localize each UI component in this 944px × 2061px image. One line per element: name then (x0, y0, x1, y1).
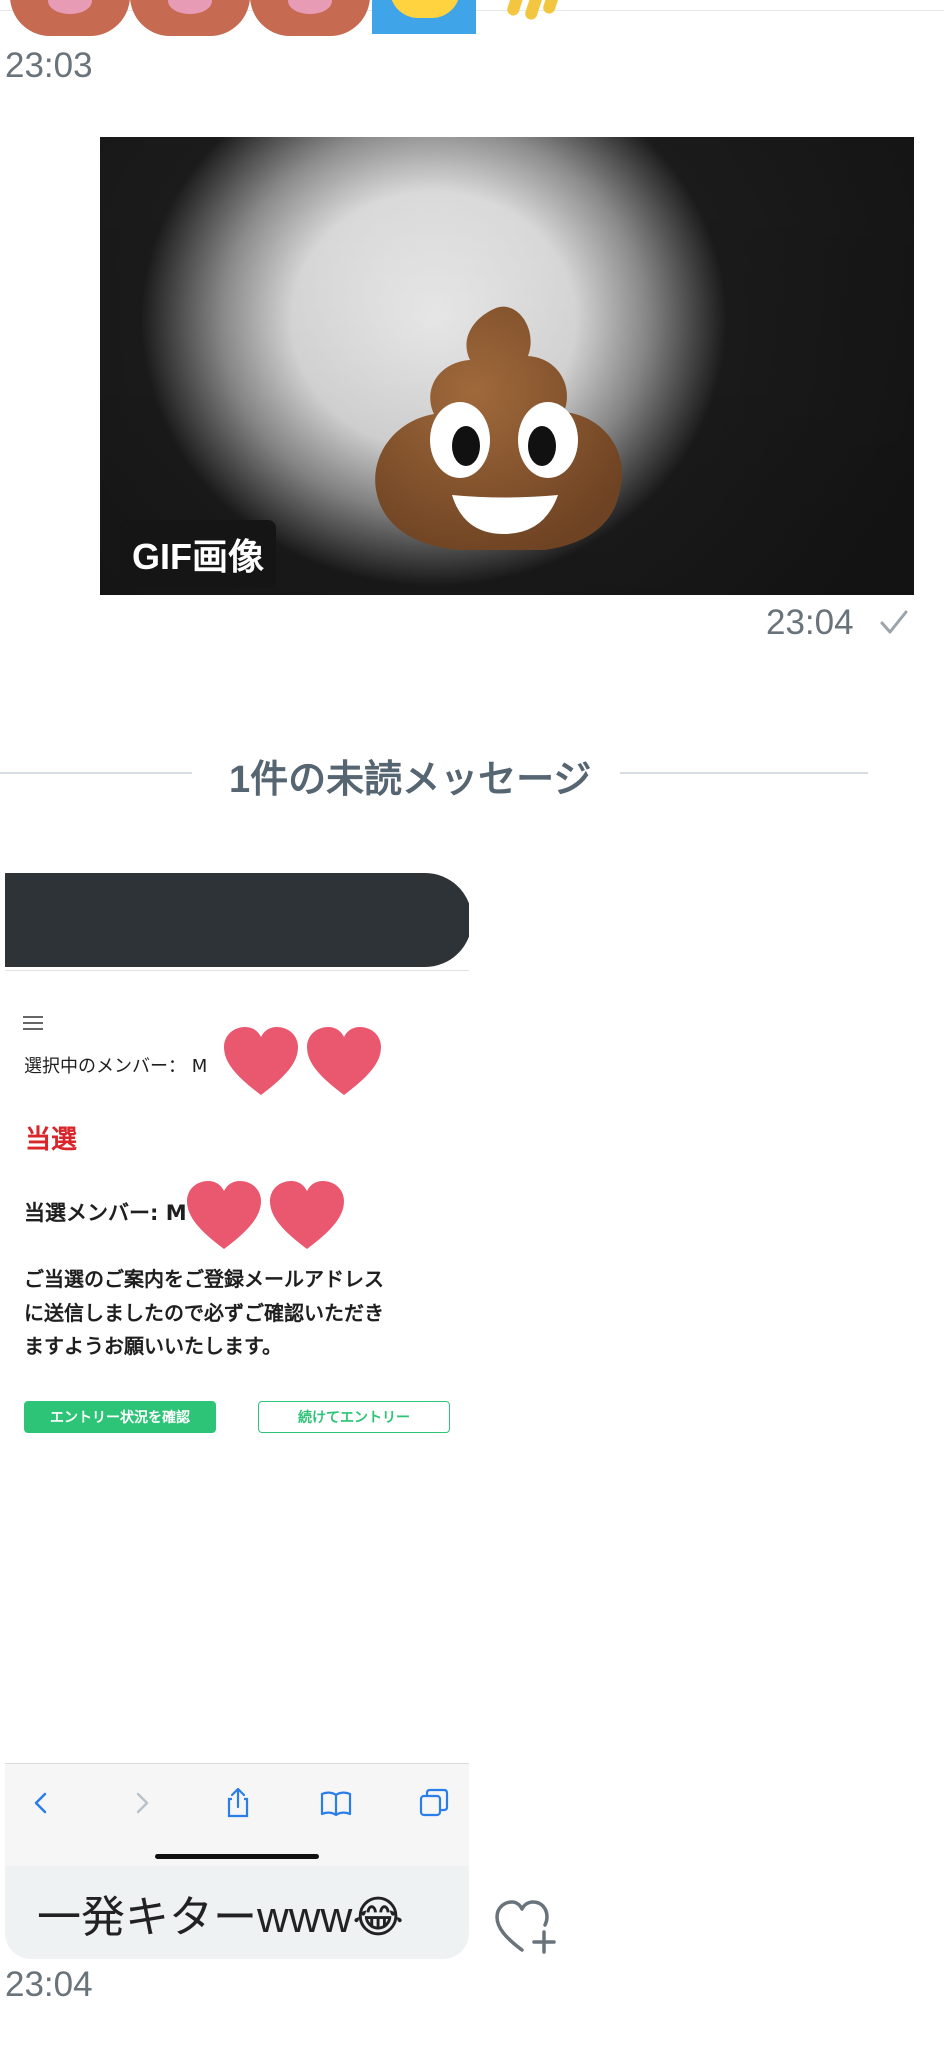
member-label: 選択中のメンバー： M (24, 1056, 208, 1077)
tabs-icon (419, 1788, 449, 1817)
message-bubble[interactable]: 一発キターwww😂 (5, 1866, 469, 1959)
notice-line: ますようお願いいたします。 (24, 1334, 282, 1358)
header-divider (5, 970, 469, 971)
gif-message[interactable]: GIF画像 (100, 137, 914, 595)
message-time: 23:04 (5, 1965, 93, 2004)
share-icon (227, 1787, 249, 1818)
received-screenshot[interactable]: 選択中のメンバー： M 当選 当選メンバー: M ご当選のご案内をご登録メールア… (5, 853, 469, 1957)
emoji-fragment (372, 0, 476, 34)
redacted-header (5, 873, 469, 967)
gif-badge: GIF画像 (120, 520, 276, 588)
heart-icon (224, 1027, 298, 1095)
sparkle-icon (504, 0, 564, 26)
heart-icon (187, 1181, 261, 1249)
hamburger-menu-icon (23, 1016, 43, 1030)
home-indicator (155, 1854, 319, 1859)
heart-plus-icon[interactable] (494, 1898, 558, 1956)
unread-divider-label: 1件の未読メッセージ (229, 759, 592, 801)
forward-icon (136, 1792, 149, 1814)
back-icon (34, 1792, 47, 1814)
previous-emoji-row (0, 0, 600, 36)
browser-toolbar (5, 1763, 469, 1868)
bookmarks-icon (320, 1791, 352, 1817)
notice-line: に送信しましたので必ずご確認いただき (24, 1301, 384, 1325)
notice-line: ご当選のご案内をご登録メールアドレス (24, 1267, 384, 1291)
check-entry-status-button: エントリー状況を確認 (24, 1401, 216, 1433)
check-icon (880, 610, 908, 634)
message-time: 23:03 (5, 46, 93, 85)
divider-line (620, 772, 868, 774)
message-text: 一発キターwww😂 (37, 1892, 404, 1942)
winning-member-label: 当選メンバー: M (24, 1201, 187, 1225)
result-heading: 当選 (25, 1125, 78, 1155)
heart-icon (307, 1027, 381, 1095)
pile-of-poo-icon (375, 306, 623, 550)
heart-icon (270, 1181, 344, 1249)
continue-entry-button: 続けてエントリー (258, 1401, 450, 1433)
divider-line (0, 772, 192, 774)
message-time: 23:04 (766, 603, 854, 642)
